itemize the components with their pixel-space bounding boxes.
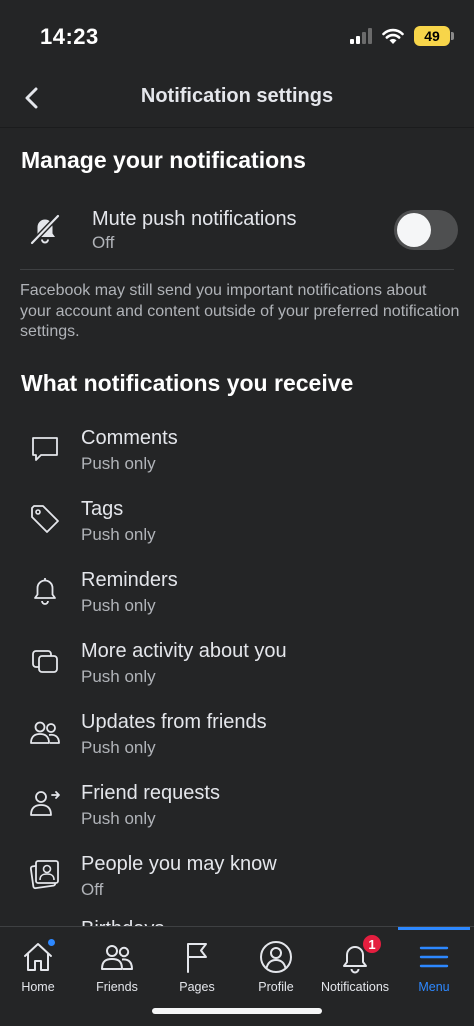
list-item-comments[interactable]: Comments Push only <box>0 418 474 489</box>
friends-icon <box>101 945 133 970</box>
battery-indicator: 49 <box>414 26 454 46</box>
nav-home[interactable]: Home <box>0 927 78 1007</box>
wifi-icon <box>382 28 404 44</box>
list-item-label: Reminders <box>81 569 178 591</box>
activity-icon <box>32 650 58 673</box>
list-item-status: Off <box>81 880 104 899</box>
notification-list: Comments Push only Tags Push only Remind… <box>0 418 474 915</box>
nav-menu[interactable]: Menu <box>394 927 474 1007</box>
nav-label: Notifications <box>320 980 390 994</box>
flag-icon <box>187 943 207 973</box>
list-item-label: Updates from friends <box>81 711 267 733</box>
list-item-label: Comments <box>81 427 178 449</box>
list-item-status: Push only <box>81 454 156 473</box>
nav-label: Profile <box>258 980 294 994</box>
divider <box>20 269 454 270</box>
nav-notifications[interactable]: 1 Notifications <box>315 927 395 1007</box>
menu-icon <box>419 946 449 968</box>
mute-toggle[interactable] <box>394 210 458 250</box>
list-item-label: More activity about you <box>81 640 287 662</box>
people-icon <box>29 860 59 890</box>
nav-friends[interactable]: Friends <box>77 927 157 1007</box>
mute-status: Off <box>92 233 115 252</box>
tag-icon <box>31 505 59 533</box>
list-item-reminders[interactable]: Reminders Push only <box>0 560 474 631</box>
list-item-status: Push only <box>81 525 156 544</box>
list-item-tags[interactable]: Tags Push only <box>0 489 474 560</box>
friend-request-icon <box>30 791 60 816</box>
comment-icon <box>32 437 58 461</box>
list-item-label: Friend requests <box>81 782 220 804</box>
nav-label: Menu <box>418 980 450 994</box>
list-item-status: Push only <box>81 738 156 757</box>
list-item-more-activity[interactable]: More activity about you Push only <box>0 631 474 702</box>
friends-icon <box>30 721 60 744</box>
list-item-updates-from-friends[interactable]: Updates from friends Push only <box>0 702 474 773</box>
list-item-friend-requests[interactable]: Friend requests Push only <box>0 773 474 844</box>
list-item-status: Push only <box>81 667 156 686</box>
home-new-dot <box>46 937 57 948</box>
nav-label: Friends <box>96 980 138 994</box>
nav-label: Pages <box>179 980 215 994</box>
signal-icon <box>350 28 372 44</box>
home-indicator[interactable] <box>152 1008 322 1014</box>
status-time: 14:23 <box>40 24 99 49</box>
nav-label: Home <box>21 980 55 994</box>
page-title: Notification settings <box>140 85 334 107</box>
nav-pages[interactable]: Pages <box>157 927 237 1007</box>
status-icons: 49 <box>350 26 454 46</box>
mute-label: Mute push notifications <box>92 208 297 230</box>
profile-icon <box>260 941 292 973</box>
receive-section-title: What notifications you receive <box>21 370 354 396</box>
status-bar: 14:23 49 <box>0 0 474 70</box>
list-item-label: People you may know <box>81 853 277 875</box>
nav-profile[interactable]: Profile <box>236 927 316 1007</box>
toggle-knob <box>397 213 431 247</box>
header: Notification settings <box>0 70 474 128</box>
notification-badge: 1 <box>361 933 383 955</box>
info-text: Facebook may still send you important no… <box>20 282 460 340</box>
list-item-people-you-may-know[interactable]: People you may know Off <box>0 844 474 915</box>
bell-muted-icon <box>30 214 60 245</box>
mute-push-row[interactable]: Mute push notifications Off <box>0 198 474 268</box>
list-item-status: Push only <box>81 809 156 828</box>
bell-icon <box>34 578 56 605</box>
list-item-status: Push only <box>81 596 156 615</box>
manage-section-title: Manage your notifications <box>21 147 306 173</box>
list-item-label: Tags <box>81 498 124 520</box>
